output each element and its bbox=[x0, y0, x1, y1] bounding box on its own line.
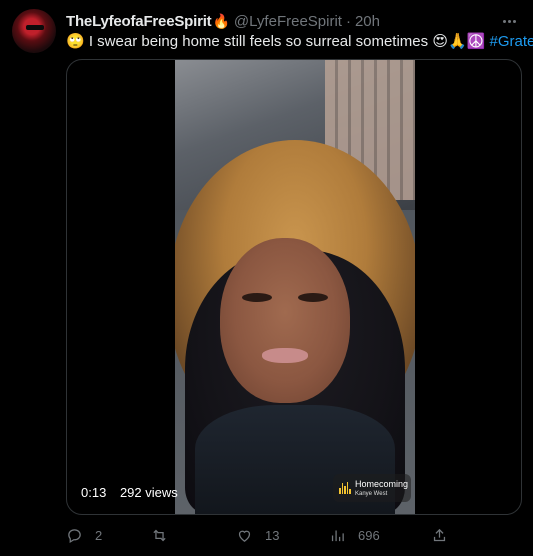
share-icon bbox=[433, 528, 446, 541]
sound-wave-icon bbox=[339, 482, 351, 494]
song-sticker: Homecoming Kanye West bbox=[333, 474, 411, 502]
video-info: 0:13 292 views bbox=[81, 485, 178, 500]
more-icon[interactable] bbox=[500, 12, 518, 30]
lips bbox=[262, 348, 308, 363]
views-button[interactable]: 696 bbox=[329, 524, 380, 546]
tweet-header: TheLyfeofaFreeSpirit 🔥 @LyfeFreeSpirit ·… bbox=[66, 12, 380, 30]
like-button[interactable]: 13 bbox=[236, 524, 279, 546]
song-title: Homecoming bbox=[355, 479, 409, 489]
share-button[interactable] bbox=[431, 524, 448, 546]
reply-button[interactable]: 2 bbox=[66, 524, 102, 546]
video-timestamp: 0:13 bbox=[81, 485, 107, 500]
avatar[interactable] bbox=[12, 9, 56, 53]
tweet-text-body: 🙄 I swear being home still feels so surr… bbox=[66, 33, 486, 50]
avatar-glasses bbox=[26, 25, 44, 30]
video-views: 292 views bbox=[119, 485, 178, 500]
tweet[interactable]: TheLyfeofaFreeSpirit 🔥 @LyfeFreeSpirit ·… bbox=[0, 0, 533, 556]
display-name[interactable]: TheLyfeofaFreeSpirit bbox=[66, 13, 212, 30]
tweet-text: 🙄 I swear being home still feels so surr… bbox=[66, 32, 533, 52]
right-eye bbox=[298, 293, 328, 302]
action-bar: 2 13 696 bbox=[66, 524, 520, 546]
retweet-button[interactable] bbox=[151, 524, 180, 546]
face bbox=[220, 238, 350, 403]
retweet-icon bbox=[153, 529, 166, 541]
song-artist: Kanye West bbox=[355, 491, 388, 497]
reply-icon bbox=[68, 528, 81, 543]
heart-icon bbox=[238, 530, 251, 542]
video-player[interactable]: Homecoming Kanye West 0:13 292 views bbox=[66, 59, 522, 515]
separator: · bbox=[345, 12, 351, 30]
hashtag-link[interactable]: #Grateful bbox=[489, 33, 533, 50]
handle[interactable]: @LyfeFreeSpirit bbox=[234, 13, 342, 30]
video-frame[interactable]: Homecoming Kanye West bbox=[175, 60, 415, 514]
views-icon bbox=[331, 530, 344, 541]
fire-emoji: 🔥 bbox=[212, 12, 230, 29]
timestamp[interactable]: 20h bbox=[355, 13, 380, 30]
like-count: 13 bbox=[265, 527, 280, 543]
left-eye bbox=[242, 293, 272, 302]
views-count: 696 bbox=[358, 527, 380, 543]
reply-count: 2 bbox=[95, 527, 103, 543]
